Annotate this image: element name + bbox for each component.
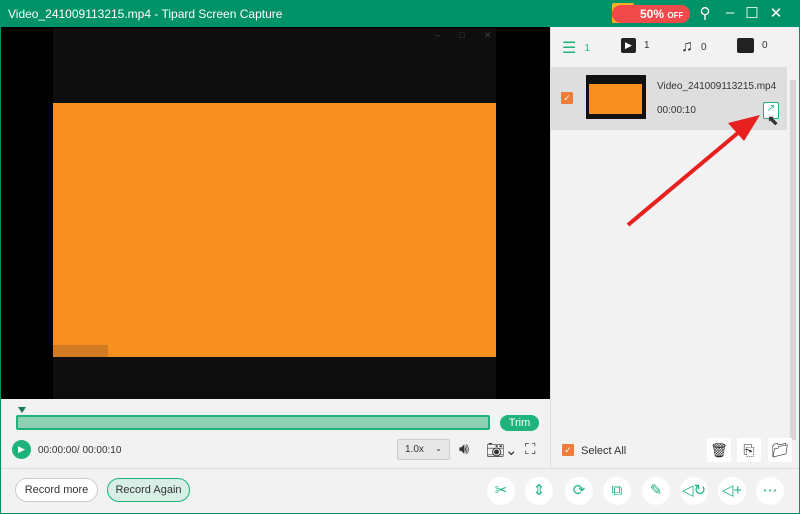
title-bar: Video_241009113215.mp4 - Tipard Screen C… <box>0 0 800 27</box>
key-icon[interactable]: ⚲ <box>695 4 715 22</box>
file-name: Video_241009113215.mp4 <box>657 81 777 92</box>
list-icon: ☰ <box>562 40 577 57</box>
edit-icon[interactable]: ✎ <box>642 477 670 505</box>
inner-minimize-icon: – <box>435 30 441 40</box>
speed-select[interactable]: 1.0x ⌄ <box>397 439 450 460</box>
audio-add-icon[interactable]: ◁+ <box>718 477 746 505</box>
merge-icon[interactable]: ⧉ <box>603 477 631 505</box>
audio-convert-icon[interactable]: ◁↻ <box>680 477 708 505</box>
time-display: 00:00:00/ 00:00:10 <box>38 445 122 456</box>
promo-badge[interactable]: 50% OFF <box>612 5 690 23</box>
scissors-icon[interactable]: ✂ <box>487 477 515 505</box>
video-content <box>53 103 496 357</box>
playhead[interactable] <box>18 407 26 413</box>
trash-icon[interactable]: 🗑︎ <box>707 438 731 462</box>
compress-icon[interactable]: ⇕ <box>525 477 553 505</box>
export-folder-icon[interactable]: ⎘ <box>737 438 761 462</box>
open-folder-icon[interactable]: 📁︎ <box>768 438 792 462</box>
video-icon: ▶ <box>621 38 636 53</box>
scrollbar[interactable] <box>790 80 796 440</box>
blurred-region <box>53 345 108 357</box>
play-button[interactable]: ▶ <box>12 440 31 459</box>
tab-image[interactable]: 0 <box>737 38 768 53</box>
trim-button[interactable]: Trim <box>500 415 539 431</box>
maximize-button[interactable]: ☐ <box>742 4 762 22</box>
select-all-checkbox[interactable]: ✓ <box>562 444 574 456</box>
tab-all[interactable]: ☰ 1 <box>562 38 590 58</box>
close-button[interactable]: ✕ <box>766 4 786 22</box>
file-checkbox[interactable]: ✓ <box>561 92 573 104</box>
record-more-button[interactable]: Record more <box>15 478 98 502</box>
window-title: Video_241009113215.mp4 - Tipard Screen C… <box>8 7 283 21</box>
select-all-label[interactable]: Select All <box>581 445 626 457</box>
cursor-icon: ⬉ <box>767 112 779 128</box>
image-icon <box>737 38 754 53</box>
red-arrow-annotation <box>626 115 760 227</box>
inner-maximize-icon: □ <box>459 30 465 40</box>
timeline-slider[interactable] <box>16 415 490 430</box>
tab-video[interactable]: ▶ 1 <box>621 38 650 53</box>
minimize-button[interactable]: – <box>720 4 740 21</box>
inner-close-icon: ✕ <box>484 30 492 40</box>
music-icon: ♫ <box>681 38 693 55</box>
convert-icon[interactable]: ⟳ <box>565 477 593 505</box>
more-icon[interactable]: ⋯ <box>756 477 784 505</box>
tab-audio[interactable]: ♫ 0 <box>681 38 707 56</box>
camera-icon[interactable]: 📷︎⌄ <box>486 441 518 459</box>
fullscreen-icon[interactable]: ⛶ <box>525 441 536 458</box>
volume-icon[interactable]: 🔊︎ <box>459 441 469 459</box>
record-again-button[interactable]: Record Again <box>107 478 190 502</box>
chevron-down-icon: ⌄ <box>435 444 442 453</box>
